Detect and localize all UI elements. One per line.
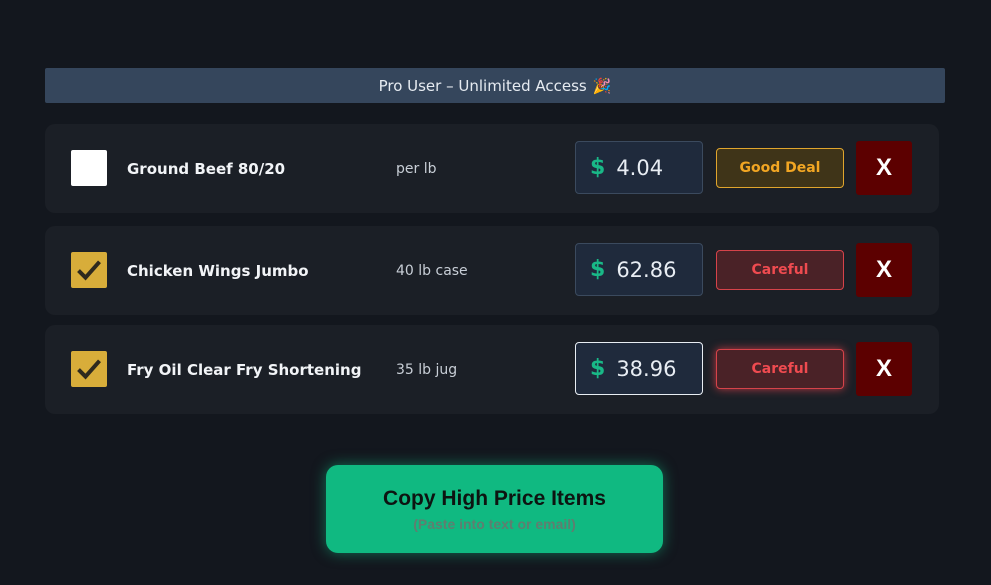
price-field[interactable]: $	[575, 141, 703, 194]
item-row: Fry Oil Clear Fry Shortening 35 lb jug $…	[45, 325, 939, 414]
price-field[interactable]: $	[575, 342, 703, 395]
item-name: Fry Oil Clear Fry Shortening	[127, 360, 362, 379]
pro-user-banner: Pro User – Unlimited Access 🎉	[45, 68, 945, 103]
price-input[interactable]	[616, 356, 697, 381]
copy-high-price-items-button[interactable]: Copy High Price Items (Paste into text o…	[326, 465, 663, 553]
copy-button-title: Copy High Price Items	[383, 486, 606, 510]
item-unit: 35 lb jug	[396, 361, 458, 378]
price-input[interactable]	[616, 155, 697, 180]
item-unit: per lb	[396, 160, 437, 177]
banner-text: Pro User – Unlimited Access	[378, 76, 587, 95]
copy-button-subtitle: (Paste into text or email)	[413, 515, 576, 532]
checkmark-icon	[77, 359, 101, 380]
item-row: Ground Beef 80/20 per lb $ Good Deal X	[45, 124, 939, 213]
item-name: Ground Beef 80/20	[127, 159, 286, 178]
checkmark-icon	[77, 260, 101, 281]
delete-button[interactable]: X	[856, 141, 912, 195]
delete-button[interactable]: X	[856, 342, 912, 396]
price-input[interactable]	[616, 257, 697, 282]
item-checkbox[interactable]	[71, 351, 107, 387]
party-popper-icon: 🎉	[592, 76, 612, 95]
item-name: Chicken Wings Jumbo	[127, 261, 309, 280]
dollar-sign-icon: $	[590, 257, 606, 282]
item-row: Chicken Wings Jumbo 40 lb case $ Careful…	[45, 226, 939, 315]
item-unit: 40 lb case	[396, 262, 468, 279]
price-field[interactable]: $	[575, 243, 703, 296]
delete-button[interactable]: X	[856, 243, 912, 297]
status-badge: Good Deal	[716, 148, 844, 188]
item-checkbox[interactable]	[71, 252, 107, 288]
status-badge: Careful	[716, 349, 844, 389]
dollar-sign-icon: $	[590, 356, 606, 381]
item-checkbox[interactable]	[71, 150, 107, 186]
dollar-sign-icon: $	[590, 155, 606, 180]
status-badge: Careful	[716, 250, 844, 290]
